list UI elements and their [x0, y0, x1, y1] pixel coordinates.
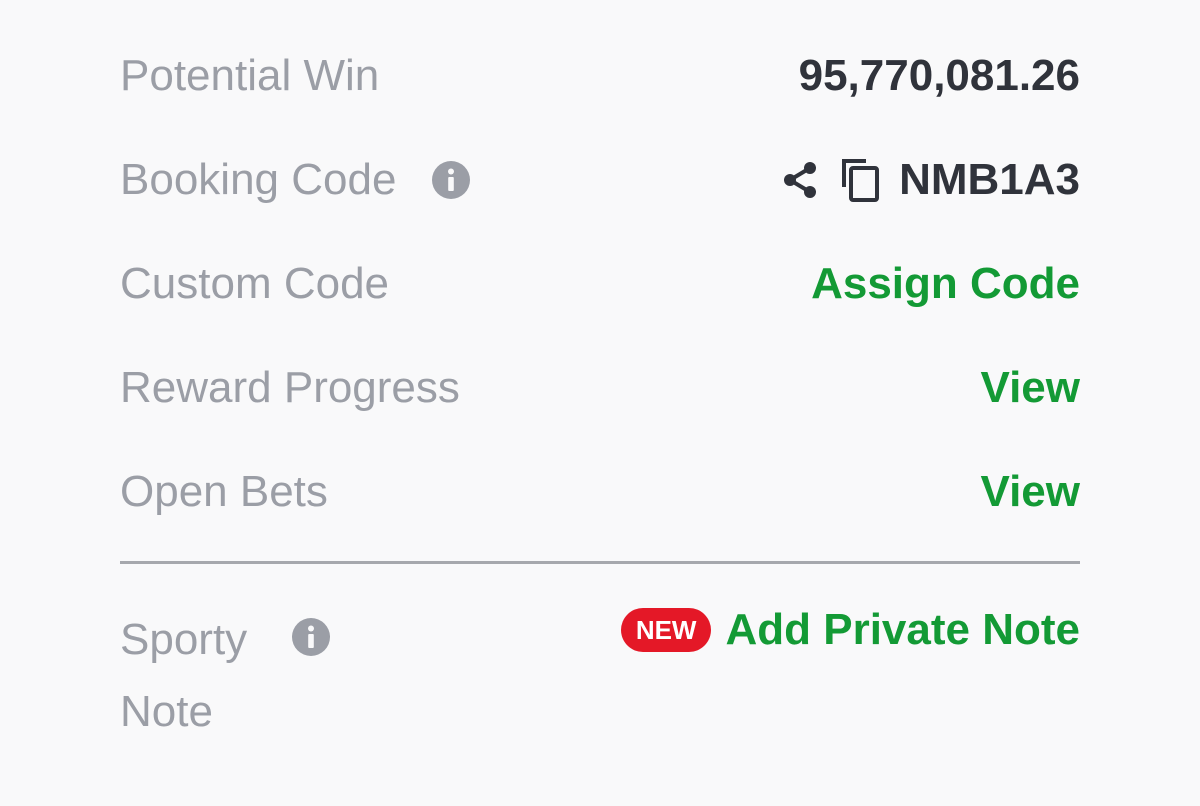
potential-win-row: Potential Win 95,770,081.26 — [120, 50, 1080, 102]
divider — [120, 561, 1080, 564]
sporty-note-label-line2: Note — [120, 687, 213, 736]
open-bets-label: Open Bets — [120, 467, 328, 516]
bet-summary-panel: Potential Win 95,770,081.26 Booking Code — [0, 0, 1200, 806]
copy-icon[interactable] — [839, 157, 881, 203]
booking-code-row: Booking Code NMB1A3 — [120, 154, 1080, 206]
sporty-note-action-group: NEW Add Private Note — [620, 604, 1080, 656]
custom-code-row: Custom Code Assign Code — [120, 258, 1080, 310]
booking-code-value-group: NMB1A3 — [779, 154, 1080, 206]
reward-progress-label: Reward Progress — [120, 363, 460, 412]
potential-win-label: Potential Win — [120, 51, 380, 100]
sporty-note-action-row: NEW Add Private Note — [620, 604, 1080, 656]
reward-progress-view-button[interactable]: View — [981, 362, 1080, 414]
booking-code-label-group: Booking Code — [120, 154, 471, 206]
info-icon[interactable] — [292, 618, 330, 656]
add-private-note-button[interactable]: Add Private Note — [725, 604, 1080, 656]
potential-win-value: 95,770,081.26 — [798, 51, 1080, 100]
sporty-note-label-line1: Sporty — [120, 615, 248, 664]
new-badge: NEW — [620, 608, 712, 652]
open-bets-view-button[interactable]: View — [981, 466, 1080, 518]
reward-progress-row: Reward Progress View — [120, 362, 1080, 414]
share-icon[interactable] — [779, 159, 821, 201]
assign-code-button[interactable]: Assign Code — [811, 258, 1080, 310]
open-bets-row: Open Bets View — [120, 466, 1080, 518]
info-icon[interactable] — [432, 161, 471, 199]
booking-code-value[interactable]: NMB1A3 — [899, 154, 1080, 206]
booking-code-label: Booking Code — [120, 155, 397, 204]
sporty-note-label-group: Sporty Note — [120, 604, 380, 748]
custom-code-label: Custom Code — [120, 259, 390, 308]
